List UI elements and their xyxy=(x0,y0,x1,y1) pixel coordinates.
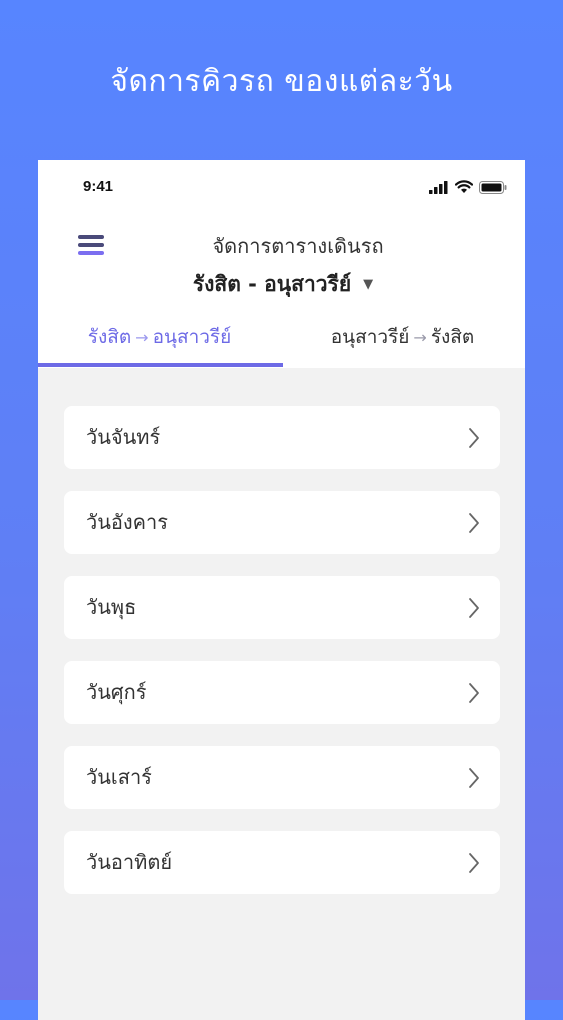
day-label: วันอังคาร xyxy=(86,510,169,534)
day-item-saturday[interactable]: วันเสาร์ xyxy=(64,746,500,809)
tab-to: อนุสาวรีย์ xyxy=(152,326,232,348)
app-header: 9:41 จัดการตารางเดินรถ รังสิต - อนุสาวรี… xyxy=(38,160,525,368)
status-bar: 9:41 xyxy=(38,176,525,200)
wifi-icon xyxy=(455,180,473,193)
menu-icon[interactable] xyxy=(78,232,106,258)
screen-title: จัดการตารางเดินรถ xyxy=(212,234,384,258)
tab-from: รังสิต xyxy=(87,326,132,348)
day-label: วันศุกร์ xyxy=(86,680,147,704)
day-item-wednesday[interactable]: วันพุธ xyxy=(64,576,500,639)
tab-from: อนุสาวรีย์ xyxy=(330,326,410,348)
arrow-right-icon: → xyxy=(135,328,149,347)
day-item-tuesday[interactable]: วันอังคาร xyxy=(64,491,500,554)
day-item-friday[interactable]: วันศุกร์ xyxy=(64,661,500,724)
chevron-right-icon xyxy=(469,598,479,618)
chevron-right-icon xyxy=(469,683,479,703)
arrow-right-icon: → xyxy=(413,328,427,347)
status-icons xyxy=(429,180,507,194)
chevron-right-icon xyxy=(469,513,479,533)
direction-tabs: รังสิต → อนุสาวรีย์ อนุสาวรีย์ → รังสิต xyxy=(38,315,525,367)
day-list: วันจันทร์ วันอังคาร วันพุธ วันศุกร์ วันเ… xyxy=(64,406,500,916)
tab-to: รังสิต xyxy=(430,326,475,348)
route-label: รังสิต - อนุสาวรีย์ xyxy=(192,272,352,296)
day-label: วันอาทิตย์ xyxy=(86,850,173,874)
tab-rangsit-to-victory-monument[interactable]: รังสิต → อนุสาวรีย์ xyxy=(38,315,283,367)
day-label: วันจันทร์ xyxy=(86,425,161,449)
day-item-sunday[interactable]: วันอาทิตย์ xyxy=(64,831,500,894)
chevron-right-icon xyxy=(469,428,479,448)
signal-icon xyxy=(429,180,448,194)
dropdown-caret-icon: ▼ xyxy=(363,277,374,292)
status-time: 9:41 xyxy=(83,178,114,195)
tab-victory-monument-to-rangsit[interactable]: อนุสาวรีย์ → รังสิต xyxy=(281,315,524,367)
chevron-right-icon xyxy=(469,768,479,788)
promo-headline: จัดการคิวรถ ของแต่ละวัน xyxy=(110,64,453,99)
day-item-monday[interactable]: วันจันทร์ xyxy=(64,406,500,469)
battery-icon xyxy=(479,180,507,194)
phone-screen: 9:41 จัดการตารางเดินรถ รังสิต - อนุสาวรี… xyxy=(38,160,525,1020)
chevron-right-icon xyxy=(469,853,479,873)
route-dropdown[interactable]: รังสิต - อนุสาวรีย์ ▼ xyxy=(128,268,438,301)
day-label: วันพุธ xyxy=(86,595,137,619)
active-tab-indicator xyxy=(38,363,283,367)
day-label: วันเสาร์ xyxy=(86,765,152,789)
